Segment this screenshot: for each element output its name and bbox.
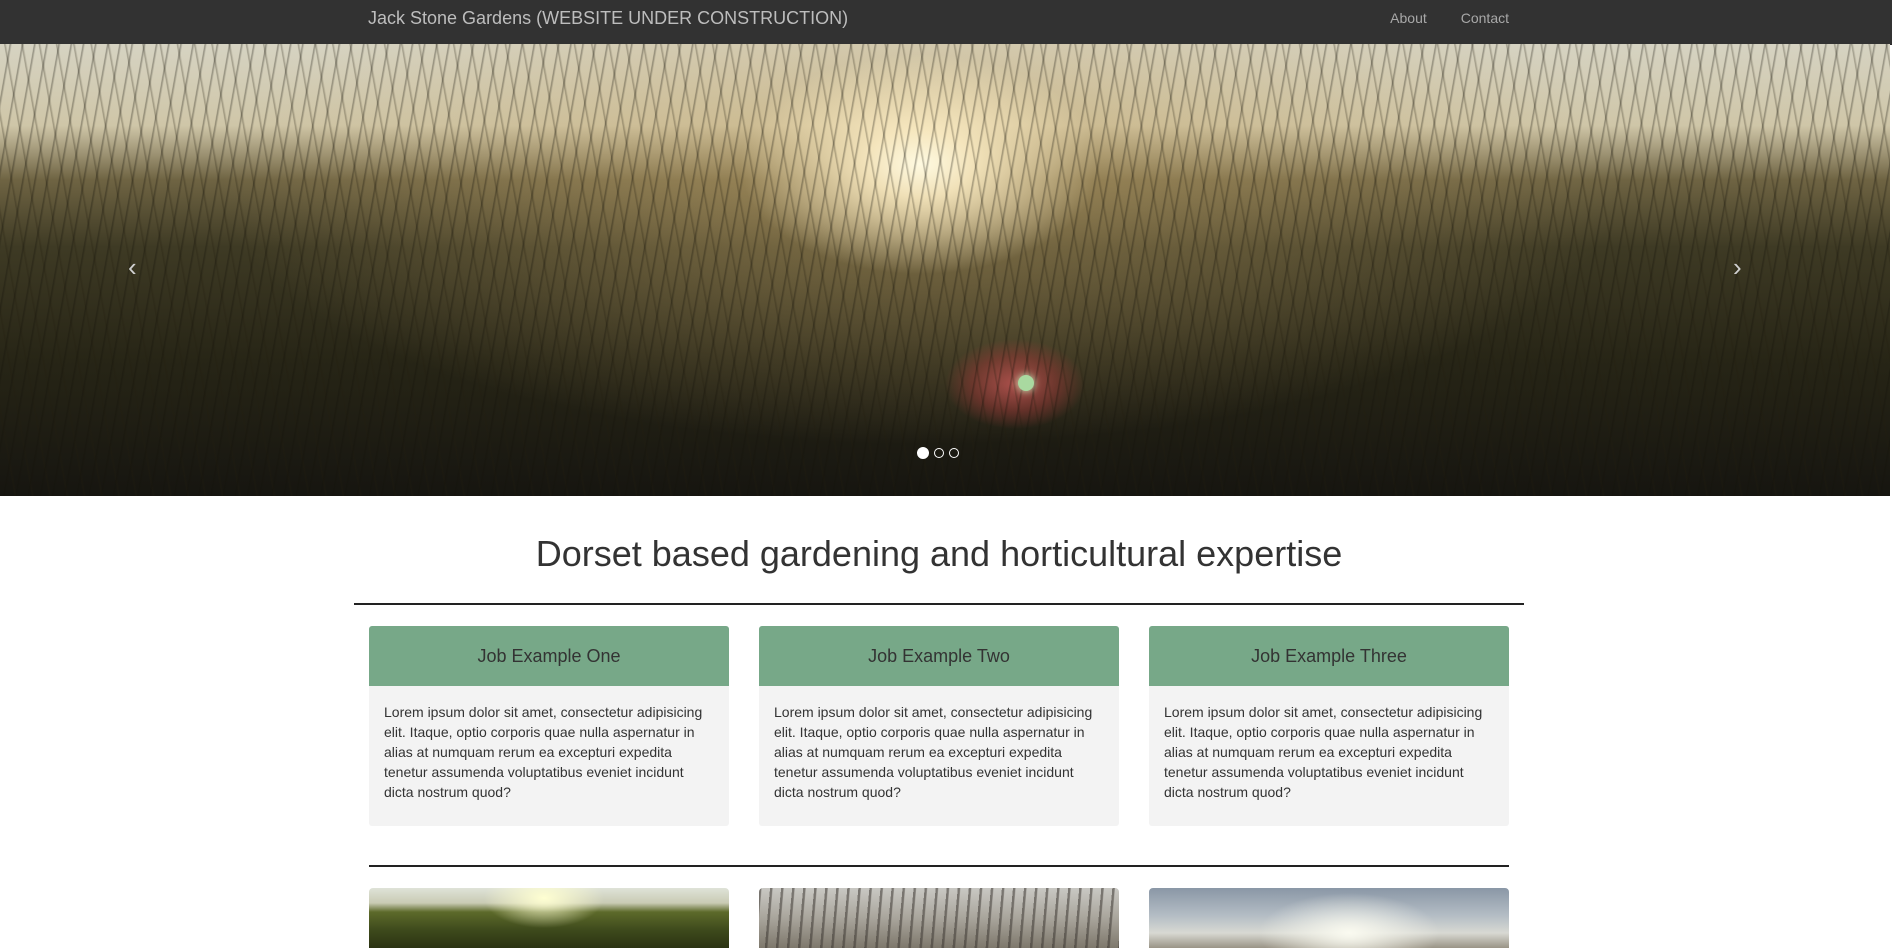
hero-carousel: ‹ › (0, 44, 1890, 496)
brand-link[interactable]: Jack Stone Gardens (WEBSITE UNDER CONSTR… (368, 0, 848, 36)
job-card-two: Job Example Two Lorem ipsum dolor sit am… (759, 626, 1119, 826)
carousel-prev-icon[interactable]: ‹ (128, 254, 137, 280)
job-card-text: Lorem ipsum dolor sit amet, consectetur … (384, 704, 703, 800)
carousel-slide-image (0, 44, 1890, 496)
divider-bottom (369, 865, 1509, 867)
top-navbar: Jack Stone Gardens (WEBSITE UNDER CONSTR… (0, 0, 1892, 45)
carousel-indicator-1[interactable] (917, 447, 929, 459)
nav-link-contact[interactable]: Contact (1444, 0, 1509, 36)
job-card-one: Job Example One Lorem ipsum dolor sit am… (369, 626, 729, 826)
divider-top (354, 603, 1524, 605)
job-card-text: Lorem ipsum dolor sit amet, consectetur … (1164, 704, 1483, 800)
carousel-indicator-2[interactable] (934, 448, 944, 458)
job-card-three: Job Example Three Lorem ipsum dolor sit … (1149, 626, 1509, 826)
carousel-indicator-3[interactable] (949, 448, 959, 458)
job-card-title: Job Example Three (1149, 626, 1509, 686)
nav-links: About Contact (1373, 0, 1509, 36)
lens-flare (1018, 375, 1034, 391)
gallery-image-sky-grass[interactable] (1149, 888, 1509, 948)
job-card-title: Job Example One (369, 626, 729, 686)
gallery-image-woodland[interactable] (759, 888, 1119, 948)
job-card-text: Lorem ipsum dolor sit amet, consectetur … (774, 704, 1093, 800)
carousel-next-icon[interactable]: › (1733, 254, 1742, 280)
carousel-indicators (917, 447, 959, 459)
page-headline: Dorset based gardening and horticultural… (535, 533, 1343, 574)
nav-link-about[interactable]: About (1373, 0, 1444, 36)
gallery-image-sunset-field[interactable] (369, 888, 729, 948)
job-card-title: Job Example Two (759, 626, 1119, 686)
